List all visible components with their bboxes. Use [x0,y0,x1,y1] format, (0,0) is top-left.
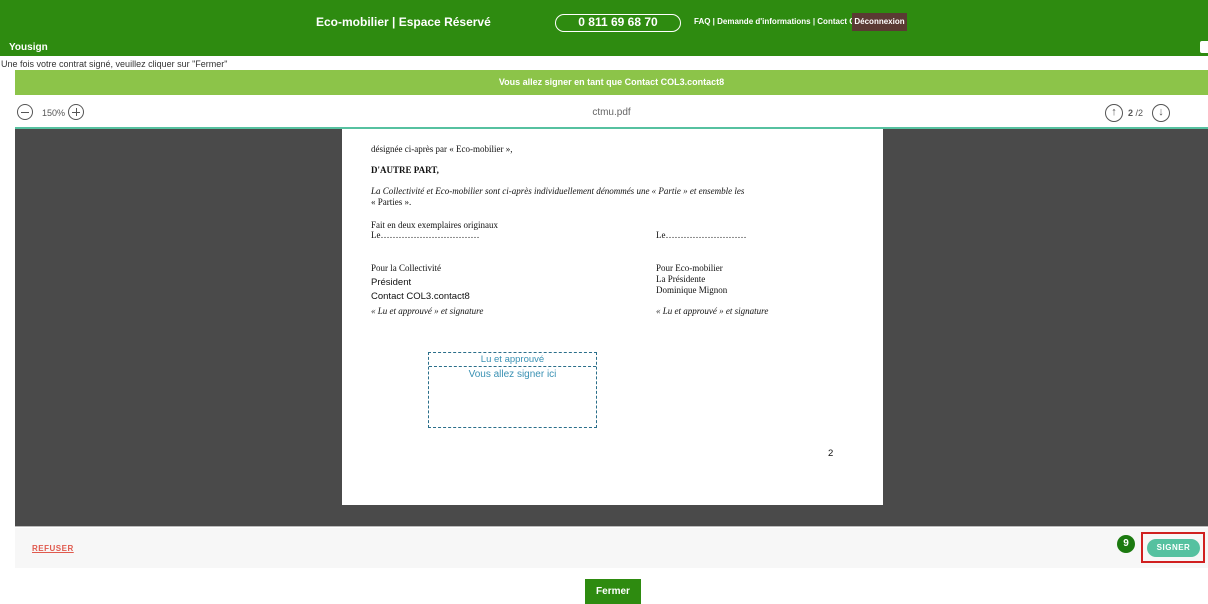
logout-button[interactable]: Déconnexion [852,13,907,31]
signer-name: Contact COL3.contact8 [371,291,470,302]
refuse-link[interactable]: REFUSER [32,544,74,553]
page-up-icon[interactable]: ↑ [1105,104,1123,122]
current-page: 2 [1128,108,1134,118]
close-button[interactable]: Fermer [585,579,641,604]
date-line-left: Le…………………………… [371,230,480,240]
step-badge: 9 [1117,535,1135,553]
instruction-text: Une fois votre contrat signé, veuillez c… [1,59,228,69]
eco-signer-name: Dominique Mignon [656,285,728,295]
signer-role: Président [371,277,412,288]
phone-number[interactable]: 0 811 69 68 70 [555,14,681,32]
signature-field-header: Lu et approuvé [429,353,596,367]
page-number: 2 [828,448,834,459]
signature-field-prompt: Vous allez signer ici [468,369,557,380]
total-pages: /2 [1135,108,1144,118]
signature-field[interactable]: Lu et approuvé Vous allez signer ici [428,352,597,428]
sign-button[interactable]: SIGNER [1147,539,1200,557]
document-filename: ctmu.pdf [592,107,631,118]
parties-text-line1: La Collectivité et Eco-mobilier sont ci-… [371,186,745,196]
fait-text: Fait en deux exemplaires originaux [371,220,498,230]
date-line-right: Le……………………… [656,230,747,240]
signer-banner: Vous allez signer en tant que Contact CO… [15,70,1208,95]
lu-approuve-right: « Lu et approuvé » et signature [656,306,769,316]
pour-collectivite: Pour la Collectivité [371,263,441,273]
lu-approuve-left: « Lu et approuvé » et signature [371,306,484,316]
eco-role: La Présidente [656,274,706,284]
page-indicator: 2 /2 [1128,108,1143,118]
pour-eco-mobilier: Pour Eco-mobilier [656,263,723,273]
panel-close-icon[interactable] [1200,41,1208,53]
pdf-page: désignée ci-après par « Eco-mobilier », … [342,129,883,505]
pdf-viewer[interactable]: désignée ci-après par « Eco-mobilier », … [15,129,1208,527]
site-title: Eco-mobilier | Espace Réservé [316,15,491,29]
sign-button-highlight: SIGNER [1141,532,1205,563]
pdf-toolbar: 150% ctmu.pdf ↑ 2 /2 ↓ [15,95,1208,129]
designation-text: désignée ci-après par « Eco-mobilier », [371,144,513,154]
yousign-titlebar: Yousign [0,38,1208,56]
autre-part-heading: D'AUTRE PART, [371,165,439,175]
app-title: Yousign [9,42,48,53]
action-footer: REFUSER 9 SIGNER [15,528,1208,568]
parties-text-line2: « Parties ». [371,197,412,207]
page-down-icon[interactable]: ↓ [1152,104,1170,122]
top-header: Eco-mobilier | Espace Réservé 0 811 69 6… [0,0,1208,38]
